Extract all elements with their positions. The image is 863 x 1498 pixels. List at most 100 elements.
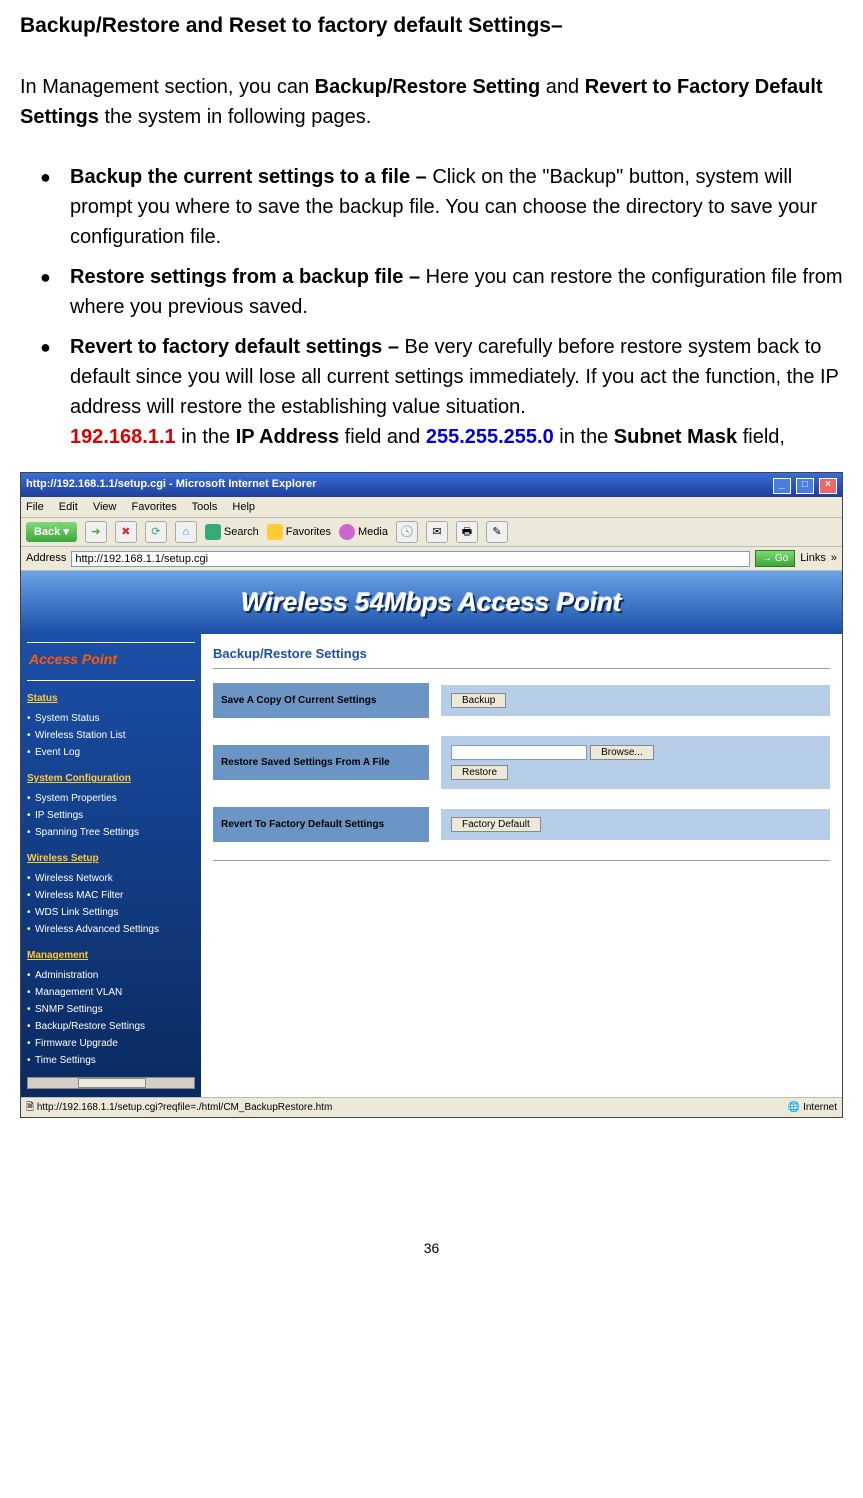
doc-bullet-list: Backup the current settings to a file – … <box>20 162 843 452</box>
sidebar-scrollbar[interactable] <box>27 1077 195 1089</box>
browser-window: http://192.168.1.1/setup.cgi - Microsoft… <box>20 472 843 1119</box>
divider <box>213 860 830 861</box>
favorites-label: Favorites <box>286 524 331 541</box>
page-banner: Wireless 54Mbps Access Point <box>21 571 842 634</box>
sidebar-item-time-settings[interactable]: Time Settings <box>27 1052 195 1069</box>
minimize-button[interactable]: _ <box>773 478 791 494</box>
sidebar-item-backup-restore[interactable]: Backup/Restore Settings <box>27 1018 195 1035</box>
refresh-button[interactable]: ⟳ <box>145 521 167 543</box>
backup-button[interactable]: Backup <box>451 693 506 708</box>
sidebar-item-management-vlan[interactable]: Management VLAN <box>27 984 195 1001</box>
subnet-value: 255.255.255.0 <box>426 426 554 448</box>
doc-intro: In Management section, you can Backup/Re… <box>20 72 843 132</box>
close-button[interactable]: × <box>819 478 837 494</box>
search-button[interactable]: Search <box>205 524 259 541</box>
sidebar-item-administration[interactable]: Administration <box>27 967 195 984</box>
sidebar-section-wireless: Wireless Setup <box>27 851 195 866</box>
bullet-backup-title: Backup the current settings to a file – <box>70 166 432 188</box>
bullet-restore-title: Restore settings from a backup file – <box>70 266 426 288</box>
label-restore: Restore Saved Settings From A File <box>213 745 429 780</box>
ip-mid1: in the <box>176 426 236 448</box>
search-label: Search <box>224 524 259 541</box>
print-button[interactable]: 🖶 <box>456 521 478 543</box>
links-label[interactable]: Links <box>800 550 826 567</box>
sidebar-section-management: Management <box>27 948 195 963</box>
row-restore: Restore Saved Settings From A File Brows… <box>213 736 830 789</box>
media-label: Media <box>358 524 388 541</box>
address-bar: Address → Go Links » <box>21 547 842 571</box>
restore-file-input[interactable] <box>451 745 587 760</box>
sidebar-item-event-log[interactable]: Event Log <box>27 744 195 761</box>
links-chevron-icon: » <box>831 550 837 567</box>
intro-mid: and <box>540 76 584 98</box>
media-icon <box>339 524 355 540</box>
menu-help[interactable]: Help <box>232 501 255 513</box>
search-icon <box>205 524 221 540</box>
bullet-revert-title: Revert to factory default settings – <box>70 336 405 358</box>
browse-button[interactable]: Browse... <box>590 745 654 760</box>
menu-tools[interactable]: Tools <box>192 501 218 513</box>
row-factory-default: Revert To Factory Default Settings Facto… <box>213 807 830 842</box>
ip-mid3: in the <box>554 426 614 448</box>
bullet-backup: Backup the current settings to a file – … <box>40 162 843 252</box>
history-button[interactable]: 🕓 <box>396 521 418 543</box>
subnet-label: Subnet Mask <box>614 426 737 448</box>
scroll-thumb[interactable] <box>78 1078 146 1088</box>
menu-file[interactable]: File <box>26 501 44 513</box>
status-text: 🗎 http://192.168.1.1/setup.cgi?reqfile=.… <box>26 1100 332 1115</box>
sidebar-item-wireless-mac-filter[interactable]: Wireless MAC Filter <box>27 887 195 904</box>
window-controls: _ □ × <box>771 476 837 494</box>
factory-default-button[interactable]: Factory Default <box>451 817 541 832</box>
label-factory-default: Revert To Factory Default Settings <box>213 807 429 842</box>
window-title: http://192.168.1.1/setup.cgi - Microsoft… <box>26 476 316 493</box>
sidebar-item-wireless-station-list[interactable]: Wireless Station List <box>27 727 195 744</box>
bullet-revert: Revert to factory default settings – Be … <box>40 332 843 452</box>
address-input[interactable] <box>71 551 750 567</box>
menu-view[interactable]: View <box>93 501 117 513</box>
go-button[interactable]: → Go <box>755 550 795 567</box>
sidebar-item-spanning-tree[interactable]: Spanning Tree Settings <box>27 824 195 841</box>
sidebar-item-wds-link[interactable]: WDS Link Settings <box>27 904 195 921</box>
intro-pre: In Management section, you can <box>20 76 315 98</box>
address-label: Address <box>26 550 66 567</box>
stop-button[interactable]: ✖ <box>115 521 137 543</box>
status-url: http://192.168.1.1/setup.cgi?reqfile=./h… <box>37 1102 332 1113</box>
sidebar-section-status: Status <box>27 691 195 706</box>
sidebar-item-wireless-advanced[interactable]: Wireless Advanced Settings <box>27 921 195 938</box>
sidebar-item-ip-settings[interactable]: IP Settings <box>27 807 195 824</box>
page-number: 36 <box>20 1238 843 1259</box>
doc-heading: Backup/Restore and Reset to factory defa… <box>20 10 843 42</box>
sidebar-item-system-properties[interactable]: System Properties <box>27 790 195 807</box>
favorites-button[interactable]: Favorites <box>267 524 331 541</box>
go-label: Go <box>775 553 788 564</box>
sidebar-title: Access Point <box>27 642 195 681</box>
forward-button[interactable]: ➔ <box>85 521 107 543</box>
status-zone: 🌐 Internet <box>788 1100 837 1115</box>
sidebar: Access Point Status System Status Wirele… <box>21 634 201 1097</box>
maximize-button[interactable]: □ <box>796 478 814 494</box>
intro-post: the system in following pages. <box>99 106 371 128</box>
menu-favorites[interactable]: Favorites <box>132 501 177 513</box>
sidebar-item-snmp-settings[interactable]: SNMP Settings <box>27 1001 195 1018</box>
ip-end: field, <box>737 426 785 448</box>
star-icon <box>267 524 283 540</box>
back-label: Back <box>34 526 60 538</box>
menu-bar: File Edit View Favorites Tools Help <box>21 497 842 519</box>
ip-address-value: 192.168.1.1 <box>70 426 176 448</box>
sidebar-item-system-status[interactable]: System Status <box>27 710 195 727</box>
media-button[interactable]: Media <box>339 524 388 541</box>
row-save-copy: Save A Copy Of Current Settings Backup <box>213 683 830 718</box>
edit-button[interactable]: ✎ <box>486 521 508 543</box>
ip-mid2: field and <box>339 426 426 448</box>
home-button[interactable]: ⌂ <box>175 521 197 543</box>
restore-button[interactable]: Restore <box>451 765 508 780</box>
menu-edit[interactable]: Edit <box>59 501 78 513</box>
mail-button[interactable]: ✉ <box>426 521 448 543</box>
window-titlebar: http://192.168.1.1/setup.cgi - Microsoft… <box>21 473 842 497</box>
sidebar-item-firmware-upgrade[interactable]: Firmware Upgrade <box>27 1035 195 1052</box>
ip-address-label: IP Address <box>236 426 339 448</box>
sidebar-item-wireless-network[interactable]: Wireless Network <box>27 870 195 887</box>
back-button[interactable]: Back ▾ <box>26 522 77 543</box>
toolbar: Back ▾ ➔ ✖ ⟳ ⌂ Search Favorites Media 🕓 … <box>21 518 842 547</box>
intro-bold-1: Backup/Restore Setting <box>315 76 541 98</box>
